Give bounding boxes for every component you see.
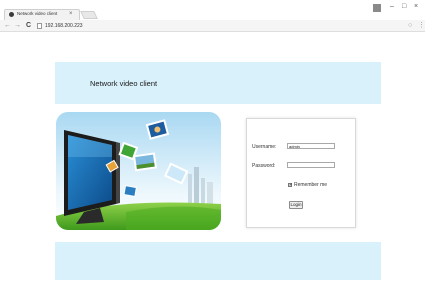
menu-icon[interactable]: ⋮ xyxy=(418,21,425,31)
tab-close-icon[interactable]: × xyxy=(69,10,73,18)
page-info-icon[interactable] xyxy=(37,23,42,29)
back-button[interactable]: ← xyxy=(4,21,11,31)
monitor-illustration-icon xyxy=(56,112,221,230)
password-input[interactable] xyxy=(287,162,335,168)
favicon-icon xyxy=(9,12,14,17)
remember-me-checkbox[interactable]: ✔ xyxy=(288,182,293,187)
browser-titlebar: Network video client × – □ × xyxy=(0,0,425,20)
login-panel: Username: Password: ✔ Remember me Login xyxy=(246,118,356,228)
password-label: Password: xyxy=(252,163,276,169)
username-label: Username: xyxy=(252,144,277,150)
tab-title: Network video client xyxy=(17,11,58,16)
forward-button[interactable]: → xyxy=(14,21,21,31)
header-band: Network video client xyxy=(55,62,381,104)
remember-me-label: Remember me xyxy=(294,182,328,188)
browser-tab[interactable]: Network video client × xyxy=(4,9,80,20)
page-title: Network video client xyxy=(90,79,158,88)
profile-icon[interactable] xyxy=(373,4,381,12)
address-bar: ← → C 192.168.200.223 ○ ⋮ xyxy=(0,20,425,32)
new-tab-button[interactable] xyxy=(80,11,98,19)
close-window-button[interactable]: × xyxy=(414,2,418,12)
maximize-button[interactable]: □ xyxy=(402,2,406,12)
zoom-icon[interactable]: ○ xyxy=(408,21,412,31)
url-field[interactable]: 192.168.200.223 xyxy=(45,23,83,29)
banner-image xyxy=(56,112,221,230)
minimize-button[interactable]: – xyxy=(390,2,394,12)
username-input[interactable] xyxy=(287,143,335,149)
footer-band xyxy=(55,242,381,280)
login-button[interactable]: Login xyxy=(289,201,303,209)
checkmark-icon: ✔ xyxy=(289,182,293,187)
reload-button[interactable]: C xyxy=(26,21,31,31)
